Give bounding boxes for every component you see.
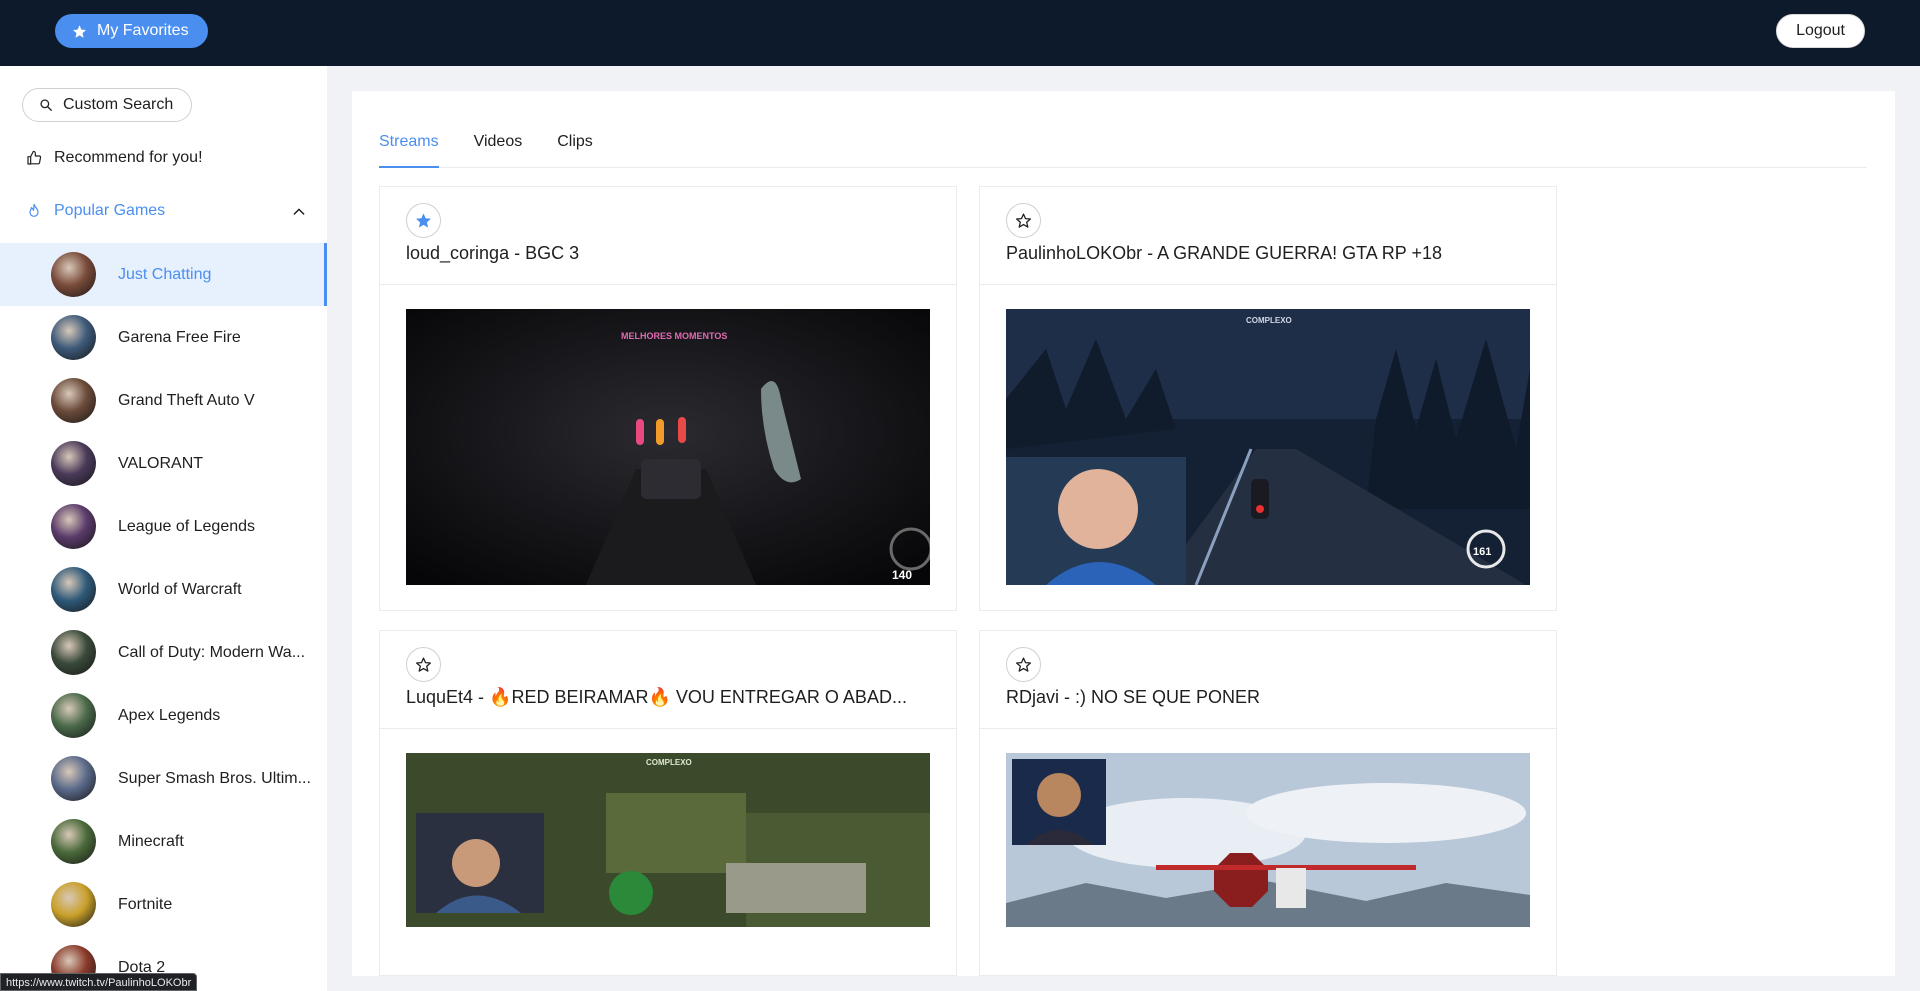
stream-card[interactable]: loud_coringa - BGC 3 140 MELHORES MOMENT… bbox=[379, 186, 957, 611]
content-tabs: Streams Videos Clips bbox=[379, 123, 1867, 168]
star-icon bbox=[72, 24, 87, 38]
svg-text:COMPLEXO: COMPLEXO bbox=[1246, 316, 1292, 325]
game-avatar bbox=[51, 441, 96, 486]
sidebar-game-item[interactable]: Fortnite bbox=[0, 873, 327, 936]
sidebar-game-item[interactable]: World of Warcraft bbox=[0, 558, 327, 621]
top-header: My Favorites Logout bbox=[0, 0, 1920, 66]
custom-search-label: Custom Search bbox=[63, 96, 174, 113]
star-filled-icon bbox=[416, 213, 431, 228]
game-avatar bbox=[51, 756, 96, 801]
game-name: League of Legends bbox=[118, 517, 256, 535]
stream-card-header: RDjavi - :) NO SE QUE PONER bbox=[980, 631, 1556, 729]
game-name: VALORANT bbox=[118, 454, 204, 472]
game-name: World of Warcraft bbox=[118, 580, 242, 598]
game-avatar bbox=[51, 882, 96, 927]
sidebar-game-item[interactable]: Grand Theft Auto V bbox=[0, 369, 327, 432]
recommend-menu-item[interactable]: Recommend for you! bbox=[0, 136, 327, 180]
tab-videos[interactable]: Videos bbox=[474, 123, 523, 168]
stream-card-header: PaulinhoLOKObr - A GRANDE GUERRA! GTA RP… bbox=[980, 187, 1556, 285]
game-name: Minecraft bbox=[118, 832, 184, 850]
game-avatar bbox=[51, 378, 96, 423]
game-name: Call of Duty: Modern Wa... bbox=[118, 643, 306, 661]
favorite-star-button[interactable] bbox=[406, 203, 441, 238]
favorite-star-button[interactable] bbox=[1006, 203, 1041, 238]
svg-text:COMPLEXO: COMPLEXO bbox=[646, 758, 692, 767]
sidebar-game-item[interactable]: League of Legends bbox=[0, 495, 327, 558]
stream-card-header: LuquEt4 - 🔥RED BEIRAMAR🔥 VOU ENTREGAR O … bbox=[380, 631, 956, 729]
svg-text:161: 161 bbox=[1473, 546, 1491, 558]
main-content: Streams Videos Clips loud_coringa - BGC … bbox=[352, 91, 1895, 976]
favorite-star-button[interactable] bbox=[406, 647, 441, 682]
star-outline-icon bbox=[415, 657, 432, 672]
sidebar-game-item[interactable]: Apex Legends bbox=[0, 684, 327, 747]
game-avatar bbox=[51, 567, 96, 612]
stream-card[interactable]: PaulinhoLOKObr - A GRANDE GUERRA! GTA RP… bbox=[979, 186, 1557, 611]
thumbs-up-icon bbox=[27, 150, 42, 165]
game-name: Fortnite bbox=[118, 895, 173, 913]
stream-card-header: loud_coringa - BGC 3 bbox=[380, 187, 956, 285]
stream-title[interactable]: LuquEt4 - 🔥RED BEIRAMAR🔥 VOU ENTREGAR O … bbox=[406, 687, 926, 708]
sidebar-game-item[interactable]: Minecraft bbox=[0, 810, 327, 873]
game-avatar bbox=[51, 819, 96, 864]
chevron-up-icon[interactable] bbox=[291, 204, 307, 220]
tab-streams[interactable]: Streams bbox=[379, 123, 439, 168]
popular-games-menu[interactable]: Popular Games bbox=[0, 189, 327, 233]
svg-text:MELHORES MOMENTOS: MELHORES MOMENTOS bbox=[621, 331, 727, 341]
game-avatar bbox=[51, 630, 96, 675]
stream-thumbnail[interactable] bbox=[1006, 753, 1530, 927]
sidebar-game-item[interactable]: Just Chatting bbox=[0, 243, 327, 306]
stream-thumbnail[interactable]: 161 COMPLEXO bbox=[1006, 309, 1530, 585]
fire-icon bbox=[29, 203, 39, 217]
game-avatar bbox=[51, 693, 96, 738]
game-name: Garena Free Fire bbox=[118, 328, 241, 346]
link-preview-url: https://www.twitch.tv/PaulinhoLOKObr bbox=[0, 973, 198, 991]
sidebar-game-item[interactable]: Super Smash Bros. Ultim... bbox=[0, 747, 327, 810]
my-favorites-label: My Favorites bbox=[97, 22, 189, 39]
star-outline-icon bbox=[1015, 657, 1032, 672]
stream-card[interactable]: RDjavi - :) NO SE QUE PONER bbox=[979, 630, 1557, 976]
popular-games-label: Popular Games bbox=[54, 202, 166, 219]
tab-clips[interactable]: Clips bbox=[557, 123, 593, 168]
game-name: Grand Theft Auto V bbox=[118, 391, 255, 409]
svg-text:140: 140 bbox=[892, 568, 912, 582]
sidebar: Custom Search Recommend for you! Popular… bbox=[0, 66, 327, 991]
game-avatar bbox=[51, 252, 96, 297]
popular-games-list: Just Chatting Garena Free Fire Grand Theft… bbox=[0, 243, 327, 991]
stream-thumbnail[interactable]: COMPLEXO bbox=[406, 753, 930, 927]
stream-card[interactable]: LuquEt4 - 🔥RED BEIRAMAR🔥 VOU ENTREGAR O … bbox=[379, 630, 957, 976]
my-favorites-button[interactable]: My Favorites bbox=[55, 14, 208, 48]
recommend-label: Recommend for you! bbox=[54, 149, 203, 166]
game-name: Super Smash Bros. Ultim... bbox=[118, 769, 311, 787]
sidebar-game-item[interactable]: Garena Free Fire bbox=[0, 306, 327, 369]
favorite-star-button[interactable] bbox=[1006, 647, 1041, 682]
stream-title[interactable]: RDjavi - :) NO SE QUE PONER bbox=[1006, 687, 1526, 708]
logout-button[interactable]: Logout bbox=[1776, 14, 1865, 48]
game-avatar bbox=[51, 315, 96, 360]
stream-title[interactable]: loud_coringa - BGC 3 bbox=[406, 243, 926, 264]
sidebar-game-item[interactable]: Call of Duty: Modern Wa... bbox=[0, 621, 327, 684]
custom-search-button[interactable]: Custom Search bbox=[22, 88, 193, 122]
stream-title[interactable]: PaulinhoLOKObr - A GRANDE GUERRA! GTA RP… bbox=[1006, 243, 1526, 264]
game-avatar bbox=[51, 504, 96, 549]
sidebar-game-item[interactable]: VALORANT bbox=[0, 432, 327, 495]
search-icon bbox=[40, 99, 52, 111]
game-name: Just Chatting bbox=[118, 265, 212, 283]
star-outline-icon bbox=[1015, 213, 1032, 228]
stream-thumbnail[interactable]: 140 MELHORES MOMENTOS bbox=[406, 309, 930, 585]
game-name: Apex Legends bbox=[118, 706, 221, 724]
